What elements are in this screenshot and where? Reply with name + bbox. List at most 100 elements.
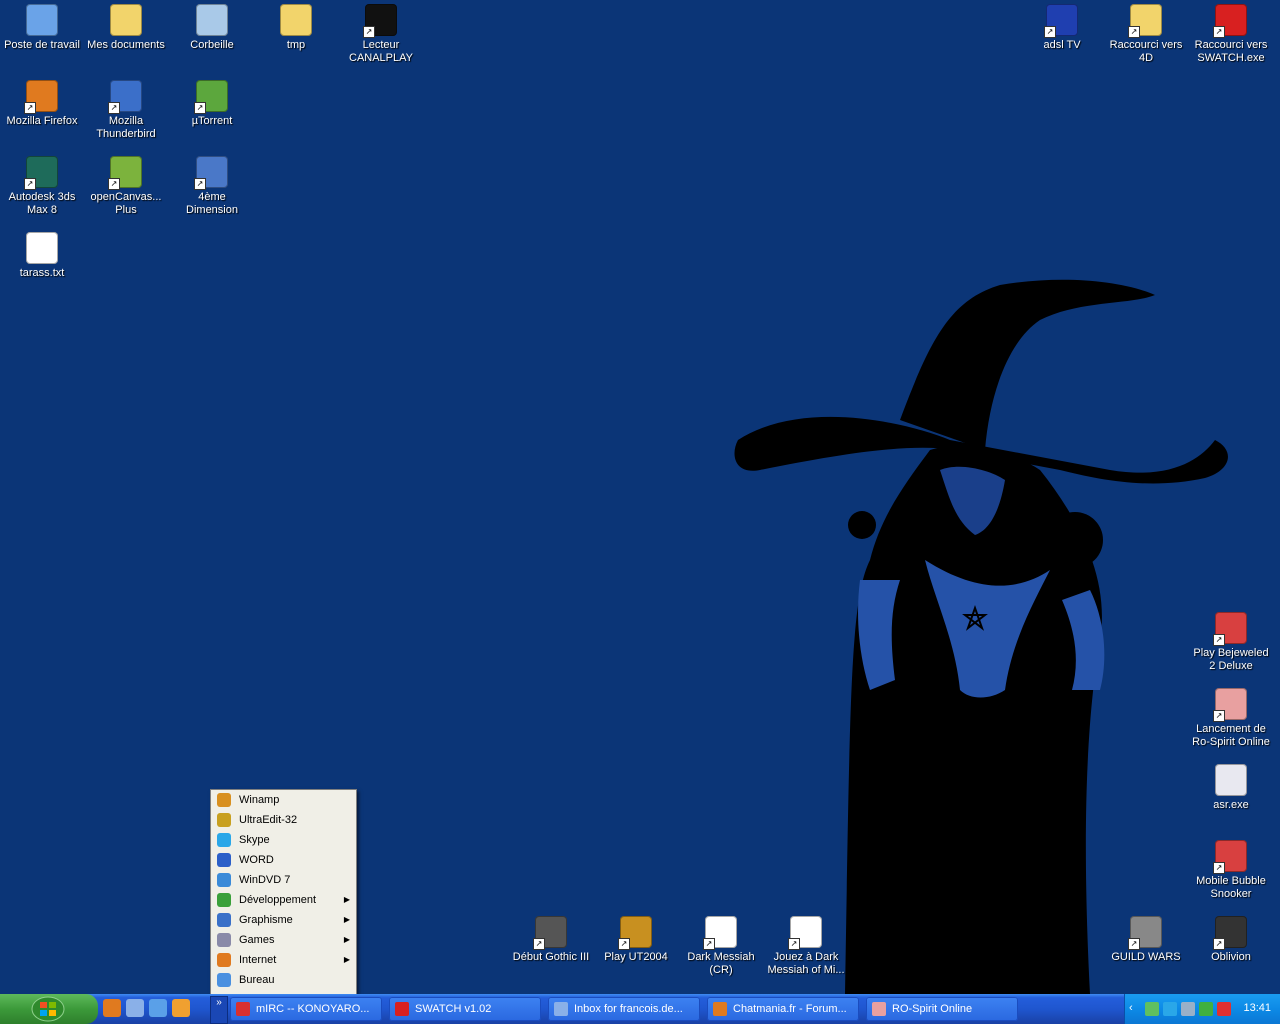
desktop-icon-guild-wars[interactable]: ↗ GUILD WARS [1104,914,1188,964]
folder-docs-icon [110,4,142,36]
quicklaunch-expand-button[interactable]: » [210,996,228,1024]
menu-item-ultraedit[interactable]: UltraEdit-32 [211,810,356,830]
desktop-icon-bubble-snooker[interactable]: ↗ Mobile Bubble Snooker [1189,838,1273,901]
menu-item-label: Internet [239,954,277,966]
opencanvas-icon: ↗ [108,156,142,190]
menu-item-games[interactable]: Games ▶ [211,930,356,950]
recycle-bin-icon [196,4,228,36]
tray-shield-icon[interactable] [1145,1002,1159,1016]
mirc-icon [236,1002,250,1016]
shortcut-arrow-icon: ↗ [1213,938,1225,950]
shortcut-arrow-icon: ↗ [194,178,206,190]
messenger-icon[interactable] [172,999,190,1017]
thunderbird-icon[interactable] [126,999,144,1017]
guild-wars-icon: ↗ [1128,916,1162,950]
icon-label: Oblivion [1211,951,1251,963]
desktop-icon-raccourci-swatch[interactable]: ↗ Raccourci vers SWATCH.exe [1189,2,1273,65]
play-icon: ↗ [363,4,397,38]
menu-item-winamp[interactable]: Winamp [211,790,356,810]
bejeweled-icon: ↗ [1213,612,1247,646]
desktop-icon-utorrent[interactable]: ↗ µTorrent [170,78,254,128]
desktop-icon-gothic-3[interactable]: ↗ Début Gothic III [509,914,593,964]
shortcut-arrow-icon: ↗ [194,102,206,114]
ro-spirit-icon [872,1002,886,1016]
desktop-icon-firefox[interactable]: ↗ Mozilla Firefox [0,78,84,128]
menu-item-graphisme[interactable]: Graphisme ▶ [211,910,356,930]
submenu-arrow-icon: ▶ [343,915,350,924]
desktop-icon-asr-exe[interactable]: asr.exe [1189,762,1273,812]
desktop-icon-3dsmax[interactable]: ↗ Autodesk 3ds Max 8 [0,154,84,217]
desktop-icon-raccourci-4d[interactable]: ↗ Raccourci vers 4D [1104,2,1188,65]
menu-item-internet[interactable]: Internet ▶ [211,950,356,970]
taskbar-button-mirc[interactable]: mIRC -- KONOYARO... [230,997,382,1021]
taskbar-button-inbox[interactable]: Inbox for francois.de... [548,997,700,1021]
task-label: RO-Spirit Online [892,1003,973,1015]
network-icon[interactable] [149,999,167,1017]
computer-icon [26,4,58,36]
graphics-icon [217,913,231,927]
submenu-arrow-icon: ▶ [343,935,350,944]
menu-item-label: Graphisme [239,914,293,926]
desktop-icon-mes-documents[interactable]: Mes documents [84,2,168,52]
taskbar: » mIRC -- KONOYARO... SWATCH v1.02 Inbox… [0,994,1280,1024]
menu-item-label: UltraEdit-32 [239,814,298,826]
desktop-icon-thunderbird[interactable]: ↗ Mozilla Thunderbird [84,78,168,141]
clock[interactable]: 13:41 [1243,1002,1271,1014]
shortcut-arrow-icon: ↗ [363,26,375,38]
icon-label: asr.exe [1213,799,1249,811]
dark-messiah-icon: ↗ [703,916,737,950]
desktop-icon-jouez-dark-messiah[interactable]: ↗ Jouez à Dark Messiah of Mi... [764,914,848,977]
menu-item-label: WinDVD 7 [239,874,291,886]
tray-monitor-icon[interactable] [1199,1002,1213,1016]
desktop-icon-adsl-tv[interactable]: ↗ adsl TV [1020,2,1104,52]
menu-item-label: Games [239,934,275,946]
tray-expand-icon[interactable]: ‹ [1129,1002,1133,1014]
quicklaunch-bar [103,999,195,1019]
shortcut-arrow-icon: ↗ [1213,26,1225,38]
shortcut-arrow-icon: ↗ [24,102,36,114]
tray-network-icon[interactable] [1181,1002,1195,1016]
windvd-icon [217,873,231,887]
desktop-icon-tmp[interactable]: tmp [254,2,338,52]
taskbar-button-chatmania[interactable]: Chatmania.fr - Forum... [707,997,859,1021]
desktop-icon-corbeille[interactable]: Corbeille [170,2,254,52]
desktop-icon-ro-spirit[interactable]: ↗ Lancement de Ro-Spirit Online [1189,686,1273,749]
firefox-icon[interactable] [103,999,121,1017]
desktop-icon-lecteur-canalplay[interactable]: ↗ Lecteur CANALPLAY [339,2,423,65]
menu-item-skype[interactable]: Skype [211,830,356,850]
tray-skype-icon[interactable] [1163,1002,1177,1016]
task-label: Chatmania.fr - Forum... [733,1003,847,1015]
ultraedit-icon [217,813,231,827]
desktop-icon-ut2004[interactable]: ↗ Play UT2004 [594,914,678,964]
desktop-icon [217,973,231,987]
menu-item-word[interactable]: WORD [211,850,356,870]
shortcut-arrow-icon: ↗ [108,178,120,190]
desktop-icon-oblivion[interactable]: ↗ Oblivion [1189,914,1273,964]
taskbar-button-swatch[interactable]: SWATCH v1.02 [389,997,541,1021]
menu-item-developpement[interactable]: Développement ▶ [211,890,356,910]
skype-icon [217,833,231,847]
menu-item-label: Développement [239,894,317,906]
desktop-icon-opencanvas[interactable]: ↗ openCanvas... Plus [84,154,168,217]
menu-item-bureau[interactable]: Bureau [211,970,356,990]
icon-label: tmp [286,39,306,51]
start-button[interactable] [0,994,98,1024]
desktop-icon-bejeweled[interactable]: ↗ Play Bejeweled 2 Deluxe [1189,610,1273,673]
firefox-icon [217,953,231,967]
icon-label: Lancement de Ro-Spirit Online [1192,723,1270,748]
icon-label: µTorrent [191,115,233,127]
icon-label: Lecteur CANALPLAY [349,39,413,64]
3dsmax-icon: ↗ [24,156,58,190]
desktop-icon-poste-de-travail[interactable]: Poste de travail [0,2,84,52]
dark-messiah-icon: ↗ [788,916,822,950]
icon-label: Dark Messiah (CR) [687,951,755,976]
tray-antivirus-icon[interactable] [1217,1002,1231,1016]
desktop-icon-tarass-txt[interactable]: tarass.txt [0,230,84,280]
quicklaunch-overflow-menu: Winamp UltraEdit-32 Skype WORD WinDVD 7 … [210,789,357,995]
menu-item-windvd[interactable]: WinDVD 7 [211,870,356,890]
desktop-icon-4eme-dimension[interactable]: ↗ 4ème Dimension [170,154,254,217]
taskbar-button-ro-spirit[interactable]: RO-Spirit Online [866,997,1018,1021]
menu-item-label: Bureau [239,974,275,986]
shortcut-arrow-icon: ↗ [533,938,545,950]
desktop-icon-dark-messiah-cr[interactable]: ↗ Dark Messiah (CR) [679,914,763,977]
